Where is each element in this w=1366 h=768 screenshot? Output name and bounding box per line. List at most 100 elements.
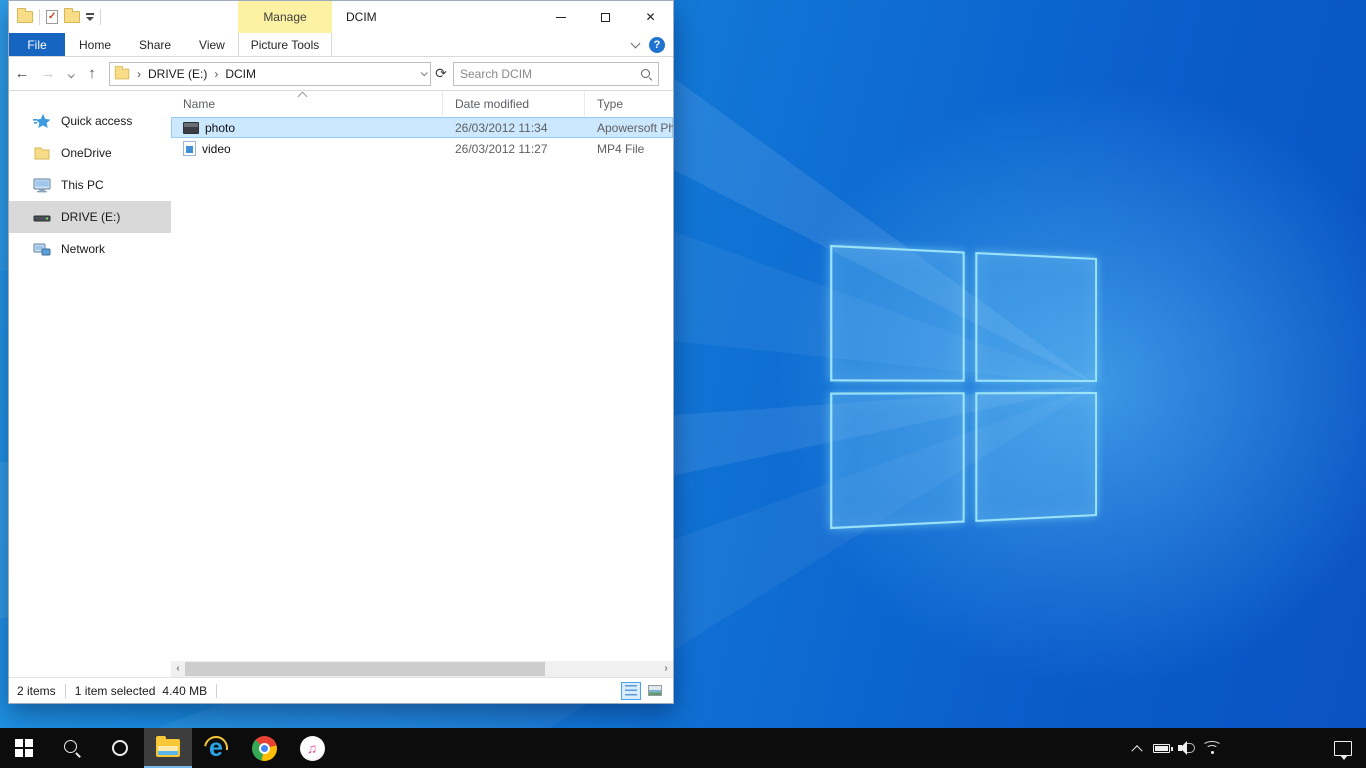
maximize-icon (601, 13, 610, 22)
scroll-left-icon[interactable]: ‹ (171, 661, 185, 677)
folder-icon[interactable] (17, 11, 33, 23)
desktop: ✓ Manage DCIM ✕ File Home Share View Pic… (0, 0, 1366, 768)
volume-tray-button[interactable] (1174, 728, 1199, 768)
file-row-photo[interactable]: photo 26/03/2012 11:34 Apowersoft Pho (171, 117, 673, 138)
back-button[interactable]: ← (9, 65, 35, 82)
monitor-icon (33, 177, 51, 193)
battery-icon (1153, 744, 1170, 753)
breadcrumb-dcim[interactable]: DCIM (225, 67, 256, 81)
scrollbar-track[interactable] (185, 661, 659, 677)
column-headers: Name Date modified Type (171, 91, 673, 117)
search-icon[interactable] (640, 68, 652, 80)
window-body: Quick access OneDrive This PC (9, 91, 673, 677)
empty-area (171, 159, 673, 661)
tab-picture-tools[interactable]: Picture Tools (238, 33, 332, 57)
forward-button[interactable]: → (35, 65, 61, 82)
tab-manage[interactable]: Manage (238, 1, 332, 33)
speaker-icon (1178, 741, 1196, 755)
sidebar-item-this-pc[interactable]: This PC (9, 169, 171, 201)
sidebar-item-network[interactable]: Network (9, 233, 171, 265)
help-button[interactable]: ? (649, 37, 665, 53)
properties-check-icon[interactable]: ✓ (46, 10, 58, 24)
column-header-date-modified[interactable]: Date modified (443, 91, 585, 117)
explorer-window: ✓ Manage DCIM ✕ File Home Share View Pic… (8, 0, 674, 704)
column-label: Name (183, 97, 215, 111)
ribbon-controls: ? (632, 33, 665, 57)
file-row-video[interactable]: video 26/03/2012 11:27 MP4 File (171, 138, 673, 159)
tab-view[interactable]: View (185, 33, 239, 56)
windows-start-icon (15, 739, 33, 757)
chrome-taskbar-button[interactable] (240, 728, 288, 768)
selection-size: 4.40 MB (162, 684, 207, 698)
column-header-name[interactable]: Name (171, 91, 443, 117)
thumbnails-view-button[interactable] (645, 682, 665, 700)
ribbon-expand-icon[interactable] (631, 39, 641, 49)
close-icon: ✕ (645, 10, 655, 24)
breadcrumb-separator-icon: › (213, 67, 219, 81)
file-list-pane: Name Date modified Type photo 26/03/2012… (171, 91, 673, 677)
sidebar-item-drive-e[interactable]: DRIVE (E:) (9, 201, 171, 233)
search-input[interactable] (460, 67, 640, 81)
network-icon (33, 241, 51, 257)
scroll-right-icon[interactable]: › (659, 661, 673, 677)
divider (65, 684, 66, 698)
start-button[interactable] (0, 728, 48, 768)
tray-overflow-button[interactable] (1124, 728, 1149, 768)
address-dropdown-icon[interactable] (421, 69, 428, 76)
search-box (453, 62, 659, 86)
breadcrumb-drive[interactable]: DRIVE (E:) (148, 67, 207, 81)
file-explorer-taskbar-button[interactable] (144, 728, 192, 768)
location-folder-icon (115, 68, 129, 79)
drive-icon (33, 209, 51, 225)
tab-share[interactable]: Share (125, 33, 185, 56)
action-center-button[interactable] (1334, 741, 1352, 756)
mp4-file-icon (183, 141, 196, 156)
items-count: 2 items (17, 684, 56, 698)
recent-locations-dropdown[interactable] (61, 65, 79, 82)
file-explorer-icon (156, 739, 180, 757)
scrollbar-thumb[interactable] (185, 662, 545, 676)
history-navigation: ← → ↑ (9, 65, 105, 82)
chevron-up-icon (1131, 745, 1142, 756)
tab-file[interactable]: File (9, 33, 65, 56)
maximize-button[interactable] (583, 1, 628, 33)
windows-logo-pane (975, 252, 1097, 382)
tab-home[interactable]: Home (65, 33, 125, 56)
file-name: video (202, 142, 231, 156)
file-name: photo (205, 121, 235, 135)
sidebar-item-label: Quick access (61, 114, 132, 128)
qat-customize-dropdown-icon[interactable] (86, 13, 94, 21)
address-bar[interactable]: › DRIVE (E:) › DCIM (109, 62, 431, 86)
breadcrumb-separator-icon: › (136, 67, 142, 81)
sidebar-item-label: OneDrive (61, 146, 112, 160)
windows-logo (830, 245, 1097, 529)
sidebar-item-label: This PC (61, 178, 104, 192)
internet-explorer-taskbar-button[interactable]: e (192, 728, 240, 768)
windows-logo-pane (830, 392, 965, 529)
wifi-tray-button[interactable] (1199, 728, 1224, 768)
ribbon-tab-row: File Home Share View Picture Tools ? (9, 33, 673, 57)
new-folder-icon[interactable] (64, 11, 80, 23)
minimize-button[interactable] (538, 1, 583, 33)
column-header-type[interactable]: Type (585, 91, 673, 117)
sidebar-item-label: Network (61, 242, 105, 256)
battery-tray-button[interactable] (1149, 728, 1174, 768)
onedrive-folder-icon (33, 145, 51, 161)
address-toolbar: ← → ↑ › DRIVE (E:) › DCIM ⟳ (9, 57, 673, 91)
details-view-button[interactable] (621, 682, 641, 700)
title-bar: ✓ Manage DCIM ✕ (9, 1, 673, 33)
refresh-button[interactable]: ⟳ (431, 65, 451, 82)
sidebar-item-quick-access[interactable]: Quick access (9, 105, 171, 137)
itunes-taskbar-button[interactable]: ♫ (288, 728, 336, 768)
taskbar-search-button[interactable] (48, 728, 96, 768)
file-name-cell: photo (171, 121, 443, 135)
close-button[interactable]: ✕ (628, 1, 673, 33)
windows-logo-pane (830, 245, 965, 382)
up-button[interactable]: ↑ (79, 65, 105, 82)
selection-count: 1 item selected (75, 684, 156, 698)
itunes-icon: ♫ (300, 736, 325, 761)
cortana-button[interactable] (96, 728, 144, 768)
horizontal-scrollbar[interactable]: ‹ › (171, 661, 673, 677)
sidebar-item-onedrive[interactable]: OneDrive (9, 137, 171, 169)
navigation-pane: Quick access OneDrive This PC (9, 91, 171, 677)
